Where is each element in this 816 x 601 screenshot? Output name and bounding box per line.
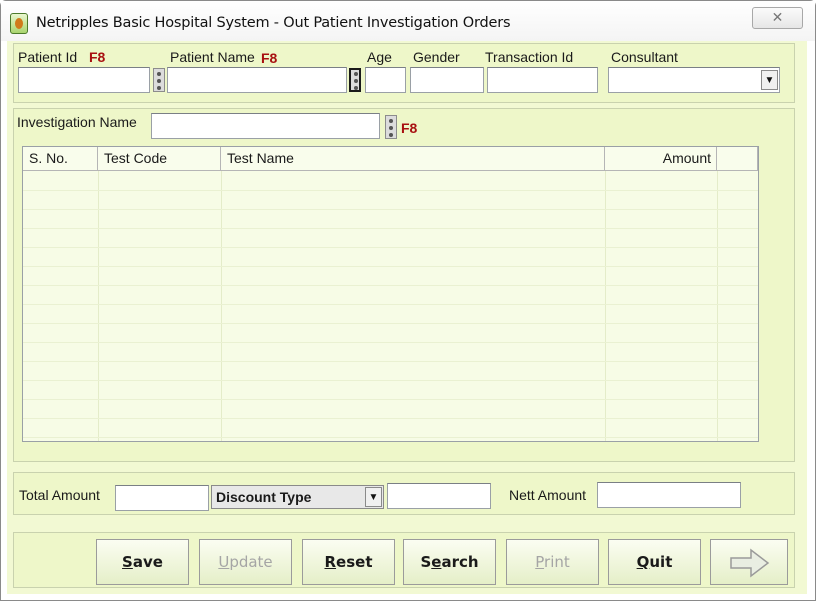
grid-row-line bbox=[23, 437, 758, 438]
lookup-dots-icon[interactable] bbox=[153, 68, 165, 92]
update-button[interactable]: Update bbox=[199, 539, 292, 585]
investigation-orders-window: Netripples Basic Hospital System - Out P… bbox=[0, 0, 816, 601]
grid-row-line bbox=[23, 266, 758, 267]
search-button[interactable]: Search bbox=[403, 539, 496, 585]
age-input[interactable] bbox=[365, 67, 406, 93]
hospital-app-icon bbox=[10, 13, 28, 34]
gender-input[interactable] bbox=[410, 67, 484, 93]
grid-row-line bbox=[23, 399, 758, 400]
print-button[interactable]: Print bbox=[506, 539, 599, 585]
discount-value-input[interactable] bbox=[387, 483, 491, 509]
column-header-sno[interactable]: S. No. bbox=[23, 147, 98, 171]
grid-row-line bbox=[23, 323, 758, 324]
patient-info-panel: Patient Id F8 Patient Name F8 Age Gender… bbox=[13, 43, 795, 103]
patient-name-input[interactable] bbox=[167, 67, 347, 93]
grid-row-line bbox=[23, 190, 758, 191]
investigation-name-input[interactable] bbox=[151, 113, 380, 139]
chevron-down-icon[interactable]: ▼ bbox=[365, 487, 382, 507]
grid-header: S. No. Test Code Test Name Amount bbox=[23, 147, 758, 171]
transaction-id-input[interactable] bbox=[487, 67, 598, 93]
save-button[interactable]: Save bbox=[96, 539, 189, 585]
column-header-amount[interactable]: Amount bbox=[605, 147, 717, 171]
total-amount-input[interactable] bbox=[115, 485, 209, 511]
close-icon[interactable]: ✕ bbox=[752, 7, 803, 29]
grid-row-line bbox=[23, 380, 758, 381]
investigation-name-label: Investigation Name bbox=[17, 114, 137, 130]
column-header-test-name[interactable]: Test Name bbox=[221, 147, 605, 171]
reset-button[interactable]: Reset bbox=[302, 539, 395, 585]
consultant-label: Consultant bbox=[611, 49, 678, 65]
gender-label: Gender bbox=[413, 49, 460, 65]
patient-name-label: Patient Name bbox=[170, 49, 255, 65]
investigation-hotkey: F8 bbox=[401, 120, 418, 136]
grid-row-line bbox=[23, 228, 758, 229]
consultant-select[interactable] bbox=[608, 67, 780, 93]
investigation-grid[interactable]: S. No. Test Code Test Name Amount bbox=[22, 146, 759, 442]
grid-row-line bbox=[23, 418, 758, 419]
grid-row-line bbox=[23, 209, 758, 210]
title-bar: Netripples Basic Hospital System - Out P… bbox=[1, 1, 815, 41]
patient-id-hotkey: F8 bbox=[89, 49, 106, 65]
nett-amount-input[interactable] bbox=[597, 482, 741, 508]
grid-row-line bbox=[23, 361, 758, 362]
age-label: Age bbox=[367, 49, 392, 65]
discount-type-value: Discount Type bbox=[216, 489, 312, 505]
patient-id-label: Patient Id bbox=[18, 49, 78, 65]
patient-name-hotkey: F8 bbox=[261, 50, 278, 66]
total-amount-label: Total Amount bbox=[19, 487, 100, 503]
column-header-extra bbox=[717, 147, 758, 171]
form-body: Patient Id F8 Patient Name F8 Age Gender… bbox=[7, 41, 807, 594]
discount-type-select[interactable]: Discount Type bbox=[211, 485, 384, 509]
patient-id-input[interactable] bbox=[18, 67, 150, 93]
totals-panel: Total Amount Discount Type ▼ Nett Amount bbox=[13, 472, 795, 515]
column-header-test-code[interactable]: Test Code bbox=[98, 147, 221, 171]
grid-row-line bbox=[23, 247, 758, 248]
quit-button[interactable]: Quit bbox=[608, 539, 701, 585]
grid-row-line bbox=[23, 342, 758, 343]
lookup-dots-icon[interactable] bbox=[385, 115, 397, 139]
window-title: Netripples Basic Hospital System - Out P… bbox=[36, 15, 511, 31]
nett-amount-label: Nett Amount bbox=[509, 487, 587, 503]
grid-row-line bbox=[23, 304, 758, 305]
chevron-down-icon[interactable]: ▼ bbox=[761, 70, 778, 90]
next-button[interactable] bbox=[710, 539, 788, 585]
grid-row-line bbox=[23, 285, 758, 286]
lookup-dots-icon[interactable] bbox=[349, 68, 361, 92]
arrow-right-icon bbox=[730, 548, 770, 578]
transaction-id-label: Transaction Id bbox=[485, 49, 574, 65]
